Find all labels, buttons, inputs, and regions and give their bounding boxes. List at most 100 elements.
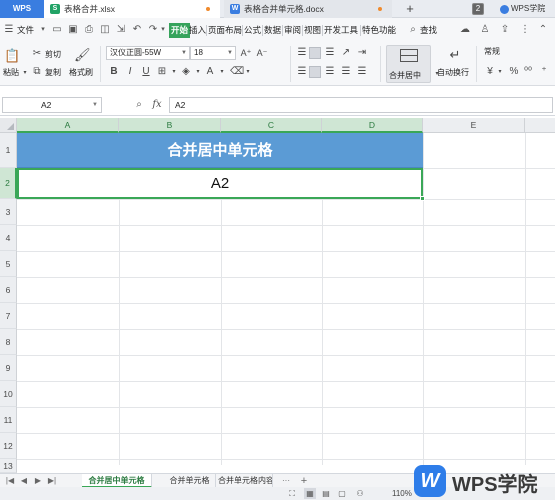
tab-xlsx-document[interactable]: S 表格合并.xlsx: [44, 0, 220, 18]
menu-data[interactable]: 数据: [264, 23, 281, 38]
cut-button[interactable]: 剪切: [45, 49, 61, 60]
row-header-1[interactable]: 1: [0, 133, 17, 168]
fill-handle[interactable]: [420, 196, 425, 201]
chevron-down-icon[interactable]: ▾: [168, 66, 180, 78]
increase-font-icon[interactable]: A⁺: [240, 47, 252, 59]
borders-icon[interactable]: ⊞: [156, 66, 168, 78]
search-icon[interactable]: ⌕: [406, 23, 420, 37]
number-format-select[interactable]: 常规: [481, 46, 553, 60]
wrap-text-button[interactable]: 自动换行: [437, 67, 469, 78]
zoom-level[interactable]: 110%: [392, 487, 412, 500]
paste-icon[interactable]: 📋: [4, 48, 20, 64]
user-icon[interactable]: ♙: [478, 23, 492, 37]
column-header-d[interactable]: D: [322, 118, 423, 133]
chevron-down-icon[interactable]: ▾: [494, 66, 506, 78]
row-header-7[interactable]: 7: [0, 303, 17, 329]
chevron-down-icon[interactable]: ▾: [192, 66, 204, 78]
format-painter-button[interactable]: 格式刷: [69, 67, 93, 78]
add-sheet-button[interactable]: +: [298, 474, 310, 488]
menu-view[interactable]: 视图: [304, 23, 321, 38]
last-sheet-icon[interactable]: ▶|: [46, 474, 58, 488]
row-header-2[interactable]: 2: [0, 168, 17, 199]
reading-mode-icon[interactable]: ⚇: [354, 488, 366, 499]
distributed-icon[interactable]: ☰: [356, 66, 368, 78]
row-header-3[interactable]: 3: [0, 199, 17, 225]
wps-academy-tab[interactable]: WPS学院: [498, 0, 545, 18]
print-icon[interactable]: ⎙: [82, 23, 96, 37]
column-header-c[interactable]: C: [221, 118, 322, 133]
paste-button[interactable]: 粘贴: [3, 67, 19, 78]
orientation-icon[interactable]: ↗: [340, 47, 352, 59]
row-header-9[interactable]: 9: [0, 355, 17, 381]
copy-icon[interactable]: ⧉: [31, 66, 43, 78]
hamburger-menu-icon[interactable]: ☰: [2, 23, 16, 37]
decimal-icon[interactable]: ⁺: [538, 66, 550, 78]
align-center-icon[interactable]: [309, 66, 321, 78]
merged-cell-a1-d1[interactable]: 合并居中单元格: [17, 133, 423, 168]
normal-view-icon[interactable]: ▦: [304, 488, 316, 499]
chevron-down-icon[interactable]: ▾: [36, 23, 50, 37]
align-top-icon[interactable]: ☰: [296, 47, 308, 59]
row-header-6[interactable]: 6: [0, 277, 17, 303]
row-header-12[interactable]: 12: [0, 433, 17, 459]
search-label[interactable]: 查找: [420, 23, 437, 38]
more-sheets-icon[interactable]: ···: [280, 474, 292, 488]
row-header-8[interactable]: 8: [0, 329, 17, 355]
file-menu[interactable]: 文件: [17, 23, 34, 38]
fill-color-icon[interactable]: ◈: [180, 66, 192, 78]
fx-icon[interactable]: fx: [150, 97, 164, 113]
format-painter-icon[interactable]: 🖌: [74, 47, 91, 63]
print-preview-icon[interactable]: ◫: [98, 23, 112, 37]
font-color-icon[interactable]: A: [204, 66, 216, 78]
menu-developer-tools[interactable]: 开发工具: [324, 23, 358, 38]
wrap-text-icon[interactable]: ↵: [447, 47, 463, 63]
align-middle-icon[interactable]: [309, 47, 321, 59]
wps-logo[interactable]: WPS: [0, 0, 44, 18]
formula-input[interactable]: A2: [169, 97, 553, 113]
window-count-badge[interactable]: 2: [472, 3, 484, 15]
indent-icon[interactable]: ⇥: [356, 47, 368, 59]
decrease-font-icon[interactable]: A⁻: [256, 47, 268, 59]
sheet-tab-merge-content[interactable]: 合并单元格内容: [218, 474, 273, 488]
column-header-b[interactable]: B: [119, 118, 221, 133]
merged-cell-a2-d2[interactable]: A2: [17, 168, 423, 199]
more-options-icon[interactable]: ⋮: [518, 23, 532, 37]
undo-icon[interactable]: ↶: [130, 23, 144, 37]
menu-page-layout[interactable]: 页面布局: [208, 23, 242, 38]
first-sheet-icon[interactable]: |◀: [4, 474, 16, 488]
bold-icon[interactable]: B: [108, 66, 120, 78]
save-icon[interactable]: ▣: [66, 23, 80, 37]
font-size-select[interactable]: 18 ▼: [190, 46, 236, 60]
chevron-down-icon[interactable]: ▾: [242, 66, 254, 78]
menu-insert[interactable]: 插入: [189, 23, 206, 38]
open-folder-icon[interactable]: ▭: [50, 23, 64, 37]
italic-icon[interactable]: I: [124, 66, 136, 78]
column-header-a[interactable]: A: [17, 118, 119, 133]
prev-sheet-icon[interactable]: ◀: [18, 474, 30, 488]
thousands-separator-icon[interactable]: ⁰⁰: [522, 66, 534, 78]
export-icon[interactable]: ⇲: [114, 23, 128, 37]
chevron-down-icon[interactable]: ▾: [19, 67, 31, 79]
chevron-down-icon[interactable]: ▾: [216, 66, 228, 78]
column-header-f[interactable]: [525, 118, 555, 133]
sheet-tab-merge-cells[interactable]: 合并单元格: [164, 474, 216, 488]
row-header-10[interactable]: 10: [0, 381, 17, 407]
scissors-icon[interactable]: ✂: [31, 48, 43, 60]
align-bottom-icon[interactable]: ☰: [324, 47, 336, 59]
name-box[interactable]: A2 ▼: [2, 97, 102, 113]
row-header-5[interactable]: 5: [0, 251, 17, 277]
share-icon[interactable]: ⇪: [498, 23, 512, 37]
tab-docx-document[interactable]: W 表格合并单元格.docx: [224, 0, 392, 18]
row-header-13[interactable]: 13: [0, 459, 17, 473]
align-right-icon[interactable]: ☰: [324, 66, 336, 78]
menu-review[interactable]: 审阅: [284, 23, 301, 38]
column-header-e[interactable]: E: [423, 118, 525, 133]
menu-formulas[interactable]: 公式: [244, 23, 261, 38]
row-header-4[interactable]: 4: [0, 225, 17, 251]
sheet-tab-merge-center[interactable]: 合并居中单元格: [82, 474, 152, 488]
justify-icon[interactable]: ☰: [340, 66, 352, 78]
new-tab-button[interactable]: +: [402, 0, 418, 18]
eraser-icon[interactable]: ⌫: [230, 66, 244, 78]
protect-icon[interactable]: ⛶: [286, 488, 298, 499]
collapse-ribbon-icon[interactable]: ⌃: [536, 23, 550, 37]
